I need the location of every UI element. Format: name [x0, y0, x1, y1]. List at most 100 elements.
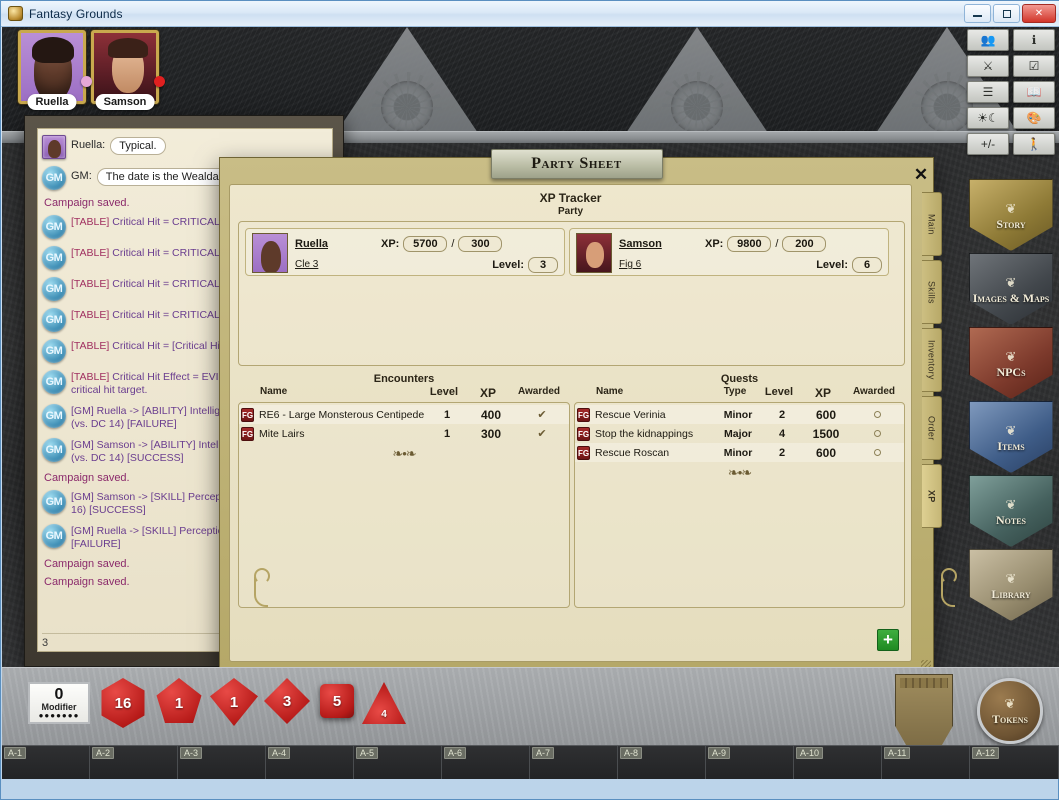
d4-die[interactable]: 4 — [362, 682, 406, 724]
encounter-awarded-checkbox[interactable]: ✔ — [515, 408, 569, 421]
character-name[interactable]: Ruella — [295, 238, 377, 250]
tab-label: Inventory — [926, 340, 937, 380]
encounter-link-icon[interactable]: FG — [241, 426, 254, 441]
level-field[interactable]: 6 — [852, 256, 882, 273]
minimize-button[interactable] — [964, 4, 991, 23]
sidebar-item-story[interactable]: ❦ Story — [969, 179, 1053, 251]
party-icon[interactable]: 👥 — [967, 29, 1009, 51]
tab-skills[interactable]: Skills — [922, 260, 942, 324]
character-fields: Samson XP: 9800 / 200 Fig 6 Level: 6 — [619, 233, 882, 273]
level-field[interactable]: 3 — [528, 256, 558, 273]
sidebar-item-images-maps[interactable]: ❦ Images & Maps — [969, 253, 1053, 325]
portrait-ruella[interactable]: Ruella — [18, 30, 92, 110]
hotkey-slot[interactable]: A-9 — [706, 746, 794, 779]
sidebar-item-label: Story — [996, 216, 1026, 231]
sidebar-item-notes[interactable]: ❦ Notes — [969, 475, 1053, 547]
hotkey-slot[interactable]: A-6 — [442, 746, 530, 779]
party-info-icon[interactable]: ℹ — [1013, 29, 1055, 51]
table-row[interactable]: FG Mite Lairs 1 300 ✔ — [239, 424, 569, 443]
encounters-list[interactable]: FG RE6 - Large Monsterous Centipede 1 40… — [238, 402, 570, 608]
add-entry-button[interactable]: + — [877, 629, 899, 651]
modifier-plus-minus-icon[interactable]: +/- — [967, 133, 1009, 155]
quest-awarded-checkbox[interactable] — [850, 447, 904, 459]
character-class-level[interactable]: Cle 3 — [295, 259, 488, 270]
check-icon[interactable]: ☑ — [1013, 55, 1055, 77]
tab-xp[interactable]: XP — [922, 464, 942, 528]
hotkey-slot[interactable]: A-8 — [618, 746, 706, 779]
hotkey-slot[interactable]: A-11 — [882, 746, 970, 779]
dice-crate[interactable] — [895, 674, 953, 748]
quest-link-icon[interactable]: FG — [577, 445, 590, 460]
hotkey-slot[interactable]: A-2 — [90, 746, 178, 779]
xp-current-field[interactable]: 5700 — [403, 235, 448, 252]
gm-avatar: GM — [42, 308, 66, 332]
table-row[interactable]: FG Rescue Roscan Minor 2 600 — [575, 443, 904, 462]
shield-emblem-icon: ❦ — [1005, 274, 1017, 290]
calendar-sun-moon-icon[interactable]: ☀☾ — [967, 107, 1009, 129]
d10-die[interactable]: 1 — [210, 678, 258, 726]
d12-die[interactable]: 1 — [156, 678, 202, 723]
effects-palette-icon[interactable]: 🎨 — [1013, 107, 1055, 129]
tab-order[interactable]: Order — [922, 396, 942, 460]
options-list-icon[interactable]: ☰ — [967, 81, 1009, 103]
sidebar-item-items[interactable]: ❦ Items — [969, 401, 1053, 473]
xp-next-field[interactable]: 300 — [458, 235, 503, 252]
table-row[interactable]: FG RE6 - Large Monsterous Centipede 1 40… — [239, 405, 569, 424]
character-row-samson[interactable]: Samson XP: 9800 / 200 Fig 6 Level: 6 — [569, 228, 889, 276]
portrait-samson[interactable]: Samson — [91, 30, 165, 110]
quest-link-icon[interactable]: FG — [577, 407, 590, 422]
tab-inventory[interactable]: Inventory — [922, 328, 942, 392]
column-header-awarded: Awarded — [517, 386, 561, 397]
quests-list[interactable]: FG Rescue Verinia Minor 2 600 FG Stop th… — [574, 402, 905, 608]
xp-current-field[interactable]: 9800 — [727, 235, 772, 252]
xp-next-field[interactable]: 200 — [782, 235, 827, 252]
chat-message: Ruella: Typical. — [42, 135, 326, 159]
gm-avatar: GM — [42, 166, 66, 190]
combat-tracker-icon[interactable]: ⚔ — [967, 55, 1009, 77]
hotkey-slot[interactable]: A-4 — [266, 746, 354, 779]
character-class-level[interactable]: Fig 6 — [619, 259, 812, 270]
ruella-portrait-image — [21, 33, 83, 101]
table-row[interactable]: FG Stop the kidnappings Major 4 1500 — [575, 424, 904, 443]
sidebar-item-npcs[interactable]: ❦ NPCs — [969, 327, 1053, 399]
d20-die[interactable]: 16 — [101, 678, 145, 728]
chat-bubble: Typical. — [110, 137, 166, 155]
book-notes-icon[interactable]: 📖 — [1013, 81, 1055, 103]
hotkey-slot[interactable]: A-3 — [178, 746, 266, 779]
encounters-section: Encounters Name Level XP Awarded FG RE6 … — [238, 373, 570, 615]
encounter-drop-hook[interactable] — [254, 568, 270, 607]
token-figure-icon[interactable]: 🚶 — [1013, 133, 1055, 155]
quest-awarded-checkbox[interactable] — [850, 409, 904, 421]
hotkey-slot[interactable]: A-12 — [970, 746, 1059, 779]
party-sheet-close-button[interactable]: ✕ — [913, 166, 929, 185]
quest-type: Minor — [723, 408, 753, 421]
encounter-name: Mite Lairs — [259, 427, 305, 440]
modifier-box[interactable]: 0 Modifier ●●●●●●● — [28, 682, 90, 724]
hotkey-slot[interactable]: A-5 — [354, 746, 442, 779]
character-name[interactable]: Samson — [619, 238, 701, 250]
hotkey-slot[interactable]: A-10 — [794, 746, 882, 779]
quest-drop-hook[interactable] — [941, 568, 957, 607]
quest-level: 2 — [778, 446, 786, 459]
ruella-thumb-icon[interactable] — [252, 233, 288, 273]
d8-die[interactable]: 3 — [264, 678, 310, 724]
encounter-link-icon[interactable]: FG — [241, 407, 254, 422]
d6-die[interactable]: 5 — [320, 684, 354, 718]
quest-link-icon[interactable]: FG — [577, 426, 590, 441]
tab-main[interactable]: Main — [922, 192, 942, 256]
tokens-button[interactable]: ❦ Tokens — [977, 678, 1043, 744]
chat-text: Critical Hit = CRITICAL H — [112, 247, 231, 259]
sidebar-item-library[interactable]: ❦ Library — [969, 549, 1053, 621]
maximize-button[interactable] — [993, 4, 1020, 23]
column-header-level: Level — [764, 386, 794, 398]
xp-tracker-header: XP Tracker Party — [230, 185, 911, 217]
character-row-ruella[interactable]: Ruella XP: 5700 / 300 Cle 3 Level: 3 — [245, 228, 565, 276]
portrait-name-label: Ruella — [27, 94, 77, 110]
hotkey-slot[interactable]: A-7 — [530, 746, 618, 779]
samson-thumb-icon[interactable] — [576, 233, 612, 273]
close-button[interactable]: ✕ — [1022, 4, 1056, 23]
table-row[interactable]: FG Rescue Verinia Minor 2 600 — [575, 405, 904, 424]
encounter-awarded-checkbox[interactable]: ✔ — [515, 427, 569, 440]
hotkey-slot[interactable]: A-1 — [2, 746, 90, 779]
quest-awarded-checkbox[interactable] — [850, 428, 904, 440]
